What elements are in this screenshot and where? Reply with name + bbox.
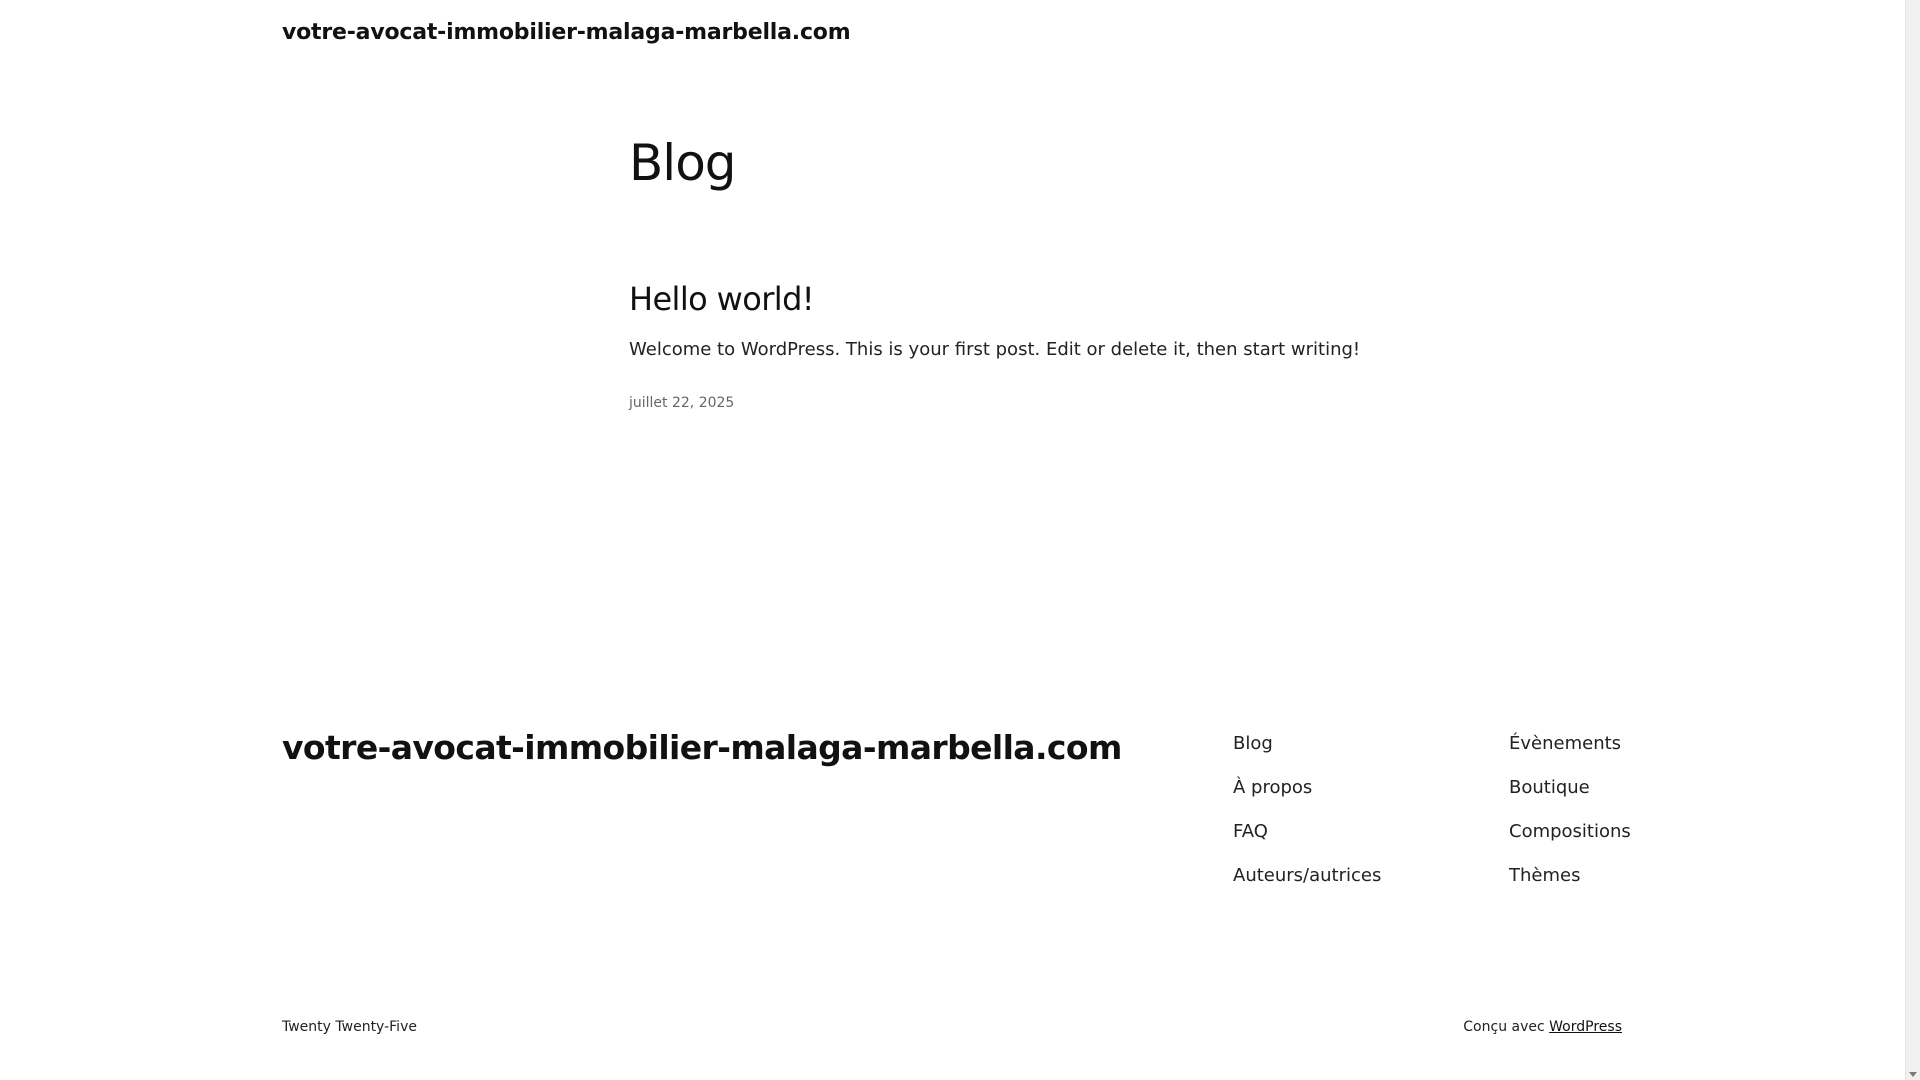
footer-nav-item-events[interactable]: Évènements [1509, 730, 1631, 774]
footer-nav-item-themes[interactable]: Thèmes [1509, 862, 1631, 906]
powered-by: Conçu avec WordPress [1463, 1019, 1622, 1035]
scroll-down-arrow-icon[interactable] [1909, 1072, 1917, 1077]
page-title: Blog [629, 134, 737, 192]
footer-nav-column-2: Évènements Boutique Compositions Thèmes [1509, 730, 1631, 906]
post-date: juillet 22, 2025 [629, 395, 735, 411]
theme-credit: Twenty Twenty-Five [282, 1019, 417, 1035]
footer-nav-item-about[interactable]: À propos [1233, 774, 1381, 818]
site-title-link[interactable]: votre-avocat-immobilier-malaga-marbella.… [282, 20, 851, 45]
powered-by-prefix: Conçu avec [1463, 1019, 1545, 1035]
footer-nav-item-authors[interactable]: Auteurs/autrices [1233, 862, 1381, 906]
vertical-scrollbar[interactable] [1905, 0, 1920, 1080]
footer-nav-item-blog[interactable]: Blog [1233, 730, 1381, 774]
footer-nav-column-1: Blog À propos FAQ Auteurs/autrices [1233, 730, 1381, 906]
footer-nav-item-shop[interactable]: Boutique [1509, 774, 1631, 818]
wordpress-link[interactable]: WordPress [1549, 1019, 1622, 1035]
footer-site-title-link[interactable]: votre-avocat-immobilier-malaga-marbella.… [282, 728, 1122, 767]
post-excerpt: Welcome to WordPress. This is your first… [629, 339, 1361, 360]
post-title-link[interactable]: Hello world! [629, 280, 815, 318]
page: votre-avocat-immobilier-malaga-marbella.… [0, 0, 1920, 1080]
footer-nav-item-faq[interactable]: FAQ [1233, 818, 1381, 862]
footer-nav-item-patterns[interactable]: Compositions [1509, 818, 1631, 862]
